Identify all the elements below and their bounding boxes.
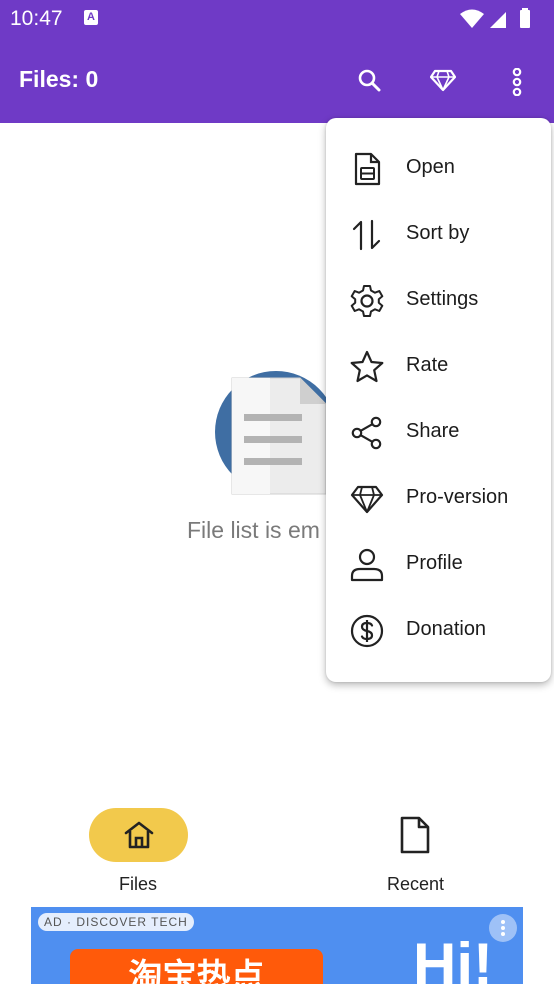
- more-vert-icon[interactable]: [495, 58, 539, 102]
- ad-headline: Hi!: [413, 931, 493, 984]
- tab-label: Files: [119, 874, 158, 894]
- empty-state-text: File list is em: [187, 517, 320, 543]
- wifi-icon: [460, 9, 484, 28]
- signal-icon: [490, 12, 506, 28]
- tab-files[interactable]: Files: [60, 800, 218, 900]
- ad-banner[interactable]: AD · DISCOVER TECH 淘宝热点 Hi!: [31, 907, 523, 984]
- a-icon: A: [84, 10, 98, 25]
- menu-label: Share: [406, 420, 460, 442]
- menu-item-open[interactable]: Open: [326, 136, 551, 202]
- document-icon: [399, 816, 431, 859]
- menu-label: Pro-version: [406, 486, 509, 508]
- overflow-menu: Open Sort by Settings Rate Share Pro-ver…: [326, 118, 551, 682]
- diamond-icon[interactable]: [420, 58, 464, 102]
- menu-label: Rate: [406, 354, 449, 376]
- star-icon: [350, 350, 384, 384]
- menu-label: Settings: [406, 288, 479, 310]
- dollar-icon: [350, 614, 384, 648]
- diamond-icon: [350, 482, 384, 516]
- gear-icon: [350, 284, 384, 318]
- person-icon: [350, 548, 384, 582]
- file-open-icon: [350, 152, 384, 186]
- sort-icon: [350, 218, 384, 252]
- search-icon[interactable]: [347, 58, 391, 102]
- battery-icon: [520, 8, 530, 28]
- page-title: Files: 0: [19, 66, 99, 92]
- menu-item-rate[interactable]: Rate: [326, 334, 551, 400]
- ad-tag: AD · DISCOVER TECH: [38, 913, 194, 931]
- menu-label: Sort by: [406, 222, 470, 244]
- bottom-nav: Files Recent: [0, 800, 554, 900]
- ad-more-icon[interactable]: [489, 914, 517, 942]
- menu-item-profile[interactable]: Profile: [326, 532, 551, 598]
- tab-label: Recent: [387, 874, 445, 894]
- ad-promo-button[interactable]: 淘宝热点: [70, 949, 323, 984]
- menu-label: Open: [406, 156, 455, 178]
- menu-item-donation[interactable]: Donation: [326, 598, 551, 664]
- status-bar: 10:47 A: [0, 0, 554, 38]
- menu-label: Profile: [406, 552, 463, 574]
- menu-item-share[interactable]: Share: [326, 400, 551, 466]
- home-icon: [123, 820, 155, 855]
- status-time: 10:47: [10, 7, 63, 30]
- menu-item-sort-by[interactable]: Sort by: [326, 202, 551, 268]
- share-icon: [350, 416, 384, 450]
- empty-files-illustration: [214, 370, 344, 500]
- status-icons: [458, 8, 542, 30]
- app-bar: Files: 0: [0, 38, 554, 123]
- menu-item-settings[interactable]: Settings: [326, 268, 551, 334]
- tab-recent[interactable]: Recent: [340, 800, 490, 900]
- menu-label: Donation: [406, 618, 487, 640]
- menu-item-pro-version[interactable]: Pro-version: [326, 466, 551, 532]
